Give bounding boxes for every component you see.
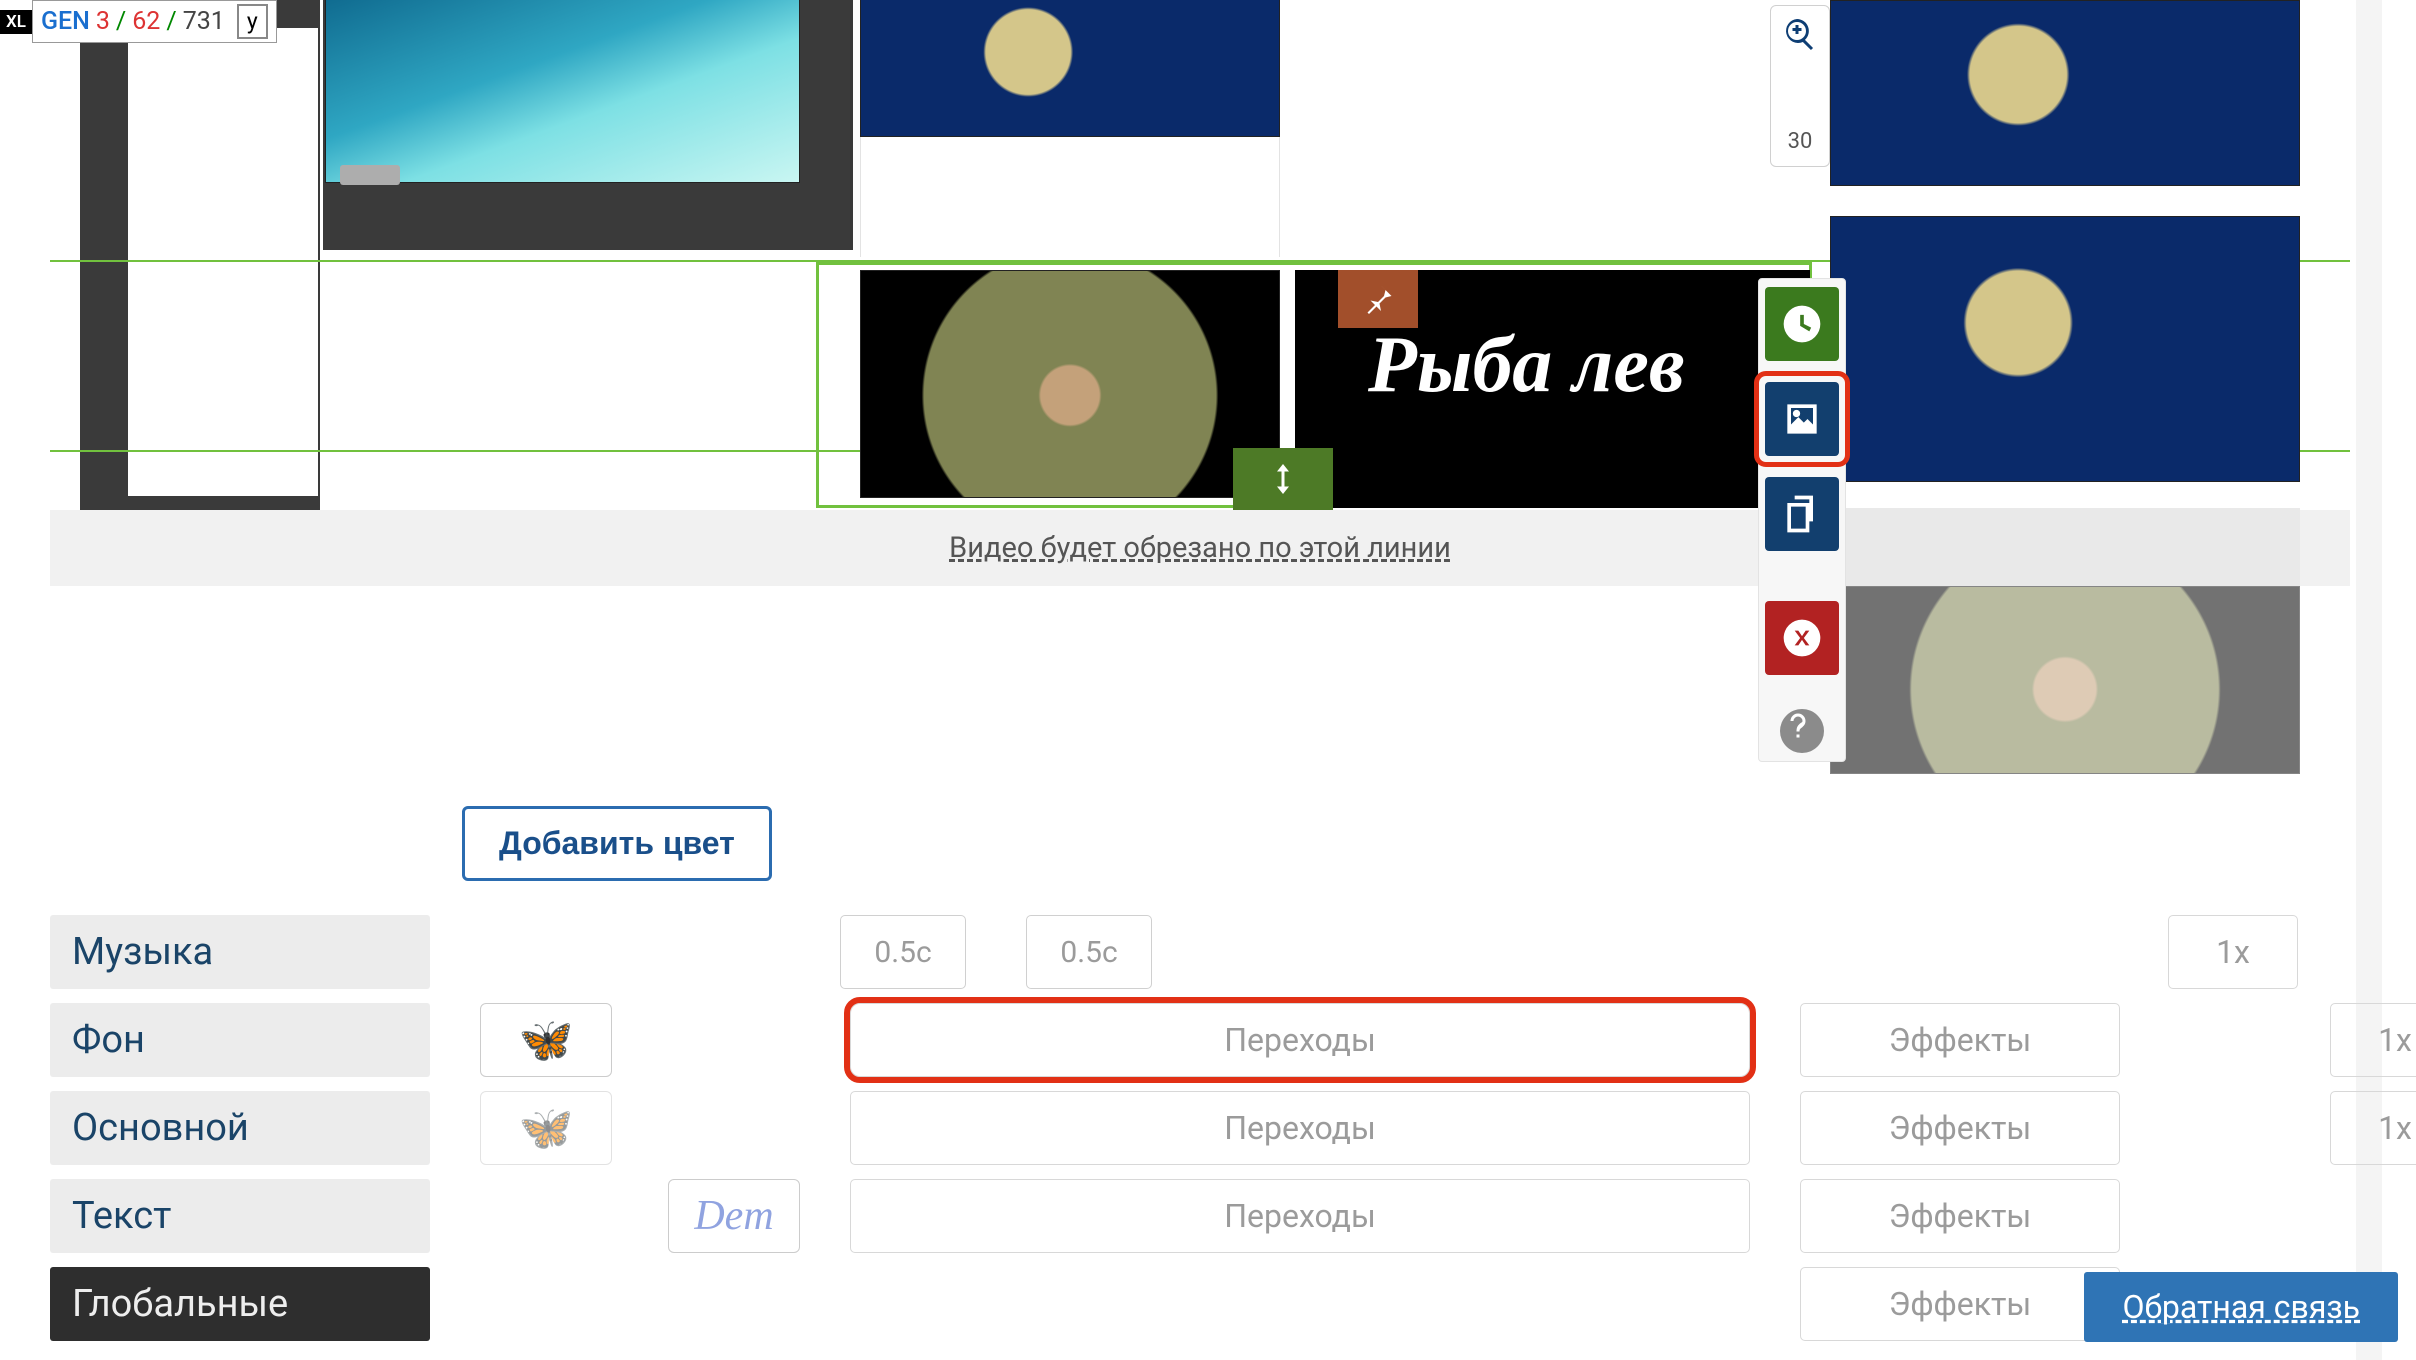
clip2-pad	[860, 137, 1280, 257]
crop-notice-link[interactable]: Видео будет обрезано по этой линии	[949, 531, 1451, 565]
butterfly-faded-icon: 🦋	[519, 1102, 574, 1154]
clock-icon	[1780, 302, 1824, 346]
tool-image[interactable]	[1765, 382, 1839, 456]
transitions-pill-main[interactable]: Переходы	[850, 1091, 1750, 1165]
tool-copy[interactable]	[1765, 477, 1839, 551]
layer-global[interactable]: Глобальные	[50, 1267, 430, 1341]
help-icon	[1780, 709, 1816, 745]
effects-pill-bg[interactable]: Эффекты	[1800, 1003, 2120, 1077]
effects-pill-text[interactable]: Эффекты	[1800, 1179, 2120, 1253]
layer-bg[interactable]: Фон	[50, 1003, 430, 1077]
clip-thumb-lionfish[interactable]	[860, 270, 1280, 498]
pin-icon	[1360, 281, 1396, 317]
layer-text[interactable]: Текст	[50, 1179, 430, 1253]
debug-badge: XL GEN 3 / 62 / 731 y	[0, 0, 277, 43]
tool-clock[interactable]	[1765, 287, 1839, 361]
zoom-control[interactable]: 30	[1770, 5, 1830, 167]
bg-thumb[interactable]: 🦋	[480, 1003, 612, 1077]
tool-delete[interactable]	[1765, 601, 1839, 675]
title-overlay-text: Рыбa лев	[1368, 320, 1808, 411]
zoom-in-icon	[1782, 16, 1818, 52]
size-badge: XL	[0, 10, 32, 34]
gen-counter: GEN 3 / 62 / 731 y	[32, 0, 277, 43]
tool-image-highlight	[1754, 371, 1850, 467]
resize-vertical-icon	[1265, 461, 1301, 497]
library-thumb-3[interactable]	[1830, 586, 2300, 774]
library-thumb-1[interactable]	[1830, 0, 2300, 186]
add-color-button[interactable]: Добавить цвет	[462, 806, 772, 881]
speed-pill-bg[interactable]: 1x	[2330, 1003, 2416, 1077]
main-thumb[interactable]: 🦋	[480, 1091, 612, 1165]
clip1-scroll[interactable]	[340, 165, 400, 185]
pin-button[interactable]	[1338, 270, 1418, 328]
layer-music[interactable]: Музыка	[50, 915, 430, 989]
close-circle-icon	[1780, 616, 1824, 660]
clip-thumb-ocean[interactable]	[325, 0, 800, 183]
tool-column	[1758, 278, 1846, 762]
demo-text: Dem	[694, 1192, 773, 1240]
gen-label: GEN	[41, 7, 90, 36]
speed-pill-main[interactable]: 1x	[2330, 1091, 2416, 1165]
text-thumb[interactable]: Dem	[668, 1179, 800, 1253]
effects-pill-global[interactable]: Эффекты	[1800, 1267, 2120, 1341]
layer-main[interactable]: Основной	[50, 1091, 430, 1165]
library-thumb-2[interactable]	[1830, 216, 2300, 482]
tool-help[interactable]	[1780, 709, 1824, 753]
resize-handle[interactable]	[1233, 448, 1333, 510]
transitions-pill-bg[interactable]: Переходы	[850, 1003, 1750, 1077]
effects-pill-main[interactable]: Эффекты	[1800, 1091, 2120, 1165]
transitions-pill-text[interactable]: Переходы	[850, 1179, 1750, 1253]
feedback-button[interactable]: Обратная связь	[2084, 1272, 2398, 1342]
track-column-slot	[128, 28, 318, 496]
library-thumb-3-frame	[1830, 508, 2300, 586]
butterfly-icon: 🦋	[519, 1014, 574, 1066]
clip-thumb-reef-top[interactable]	[860, 0, 1280, 137]
zoom-value: 30	[1788, 129, 1813, 154]
image-icon	[1780, 397, 1824, 441]
copy-icon	[1780, 492, 1824, 536]
y-toggle[interactable]: y	[237, 4, 268, 39]
